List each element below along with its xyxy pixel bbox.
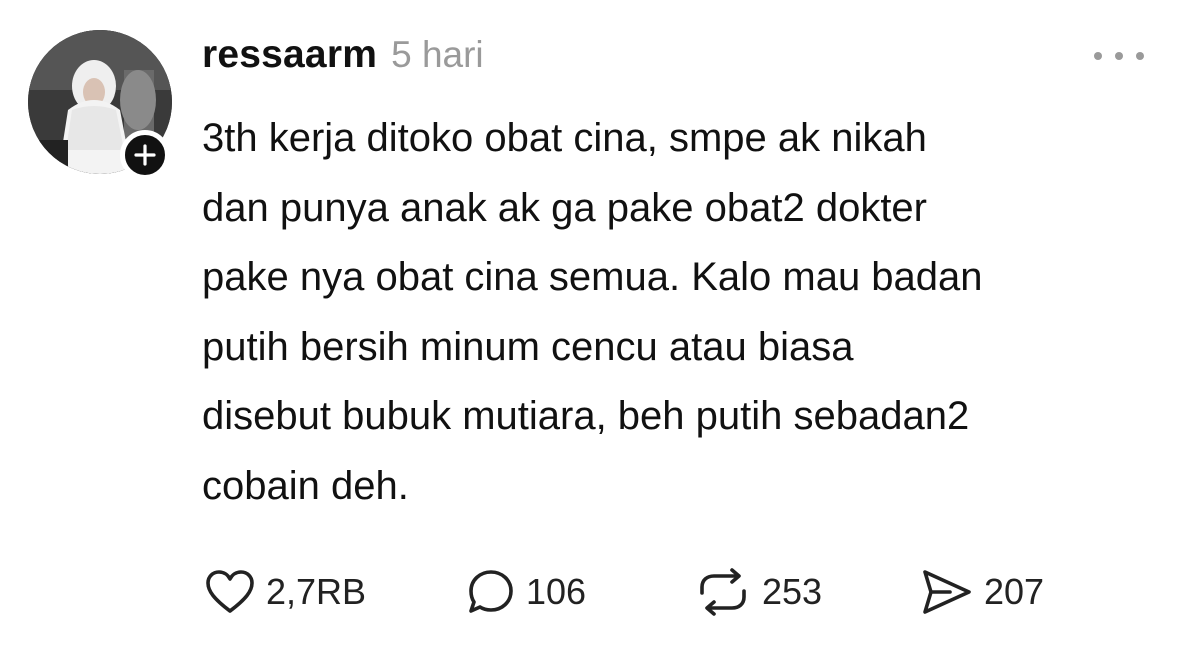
like-count: 2,7RB xyxy=(266,571,367,612)
post-text: 3th kerja ditoko obat cina, smpe ak nika… xyxy=(202,116,983,508)
share-count: 207 xyxy=(984,571,1045,612)
comment-bubble-icon xyxy=(466,567,516,617)
thread-post: ressaarm 5 hari 3th kerja ditoko obat ci… xyxy=(0,0,1199,646)
reply-count: 106 xyxy=(526,571,587,612)
more-dots-icon xyxy=(1115,52,1123,60)
repost-count: 253 xyxy=(762,571,823,612)
timestamp: 5 hari xyxy=(391,34,484,75)
share-button[interactable]: 207 xyxy=(920,560,1044,624)
follow-button[interactable] xyxy=(120,130,170,180)
repost-icon xyxy=(694,567,752,617)
repost-button[interactable]: 253 xyxy=(694,560,822,624)
post-header: ressaarm 5 hari xyxy=(202,33,484,85)
heart-icon xyxy=(204,569,256,615)
username[interactable]: ressaarm xyxy=(202,33,377,77)
more-dots-icon xyxy=(1136,52,1144,60)
avatar-container xyxy=(28,30,172,180)
reply-button[interactable]: 106 xyxy=(466,560,586,624)
more-dots-icon xyxy=(1094,52,1102,60)
send-icon xyxy=(920,567,974,617)
plus-icon xyxy=(134,144,156,166)
more-options-button[interactable] xyxy=(1094,44,1144,68)
like-button[interactable]: 2,7RB xyxy=(204,560,366,624)
